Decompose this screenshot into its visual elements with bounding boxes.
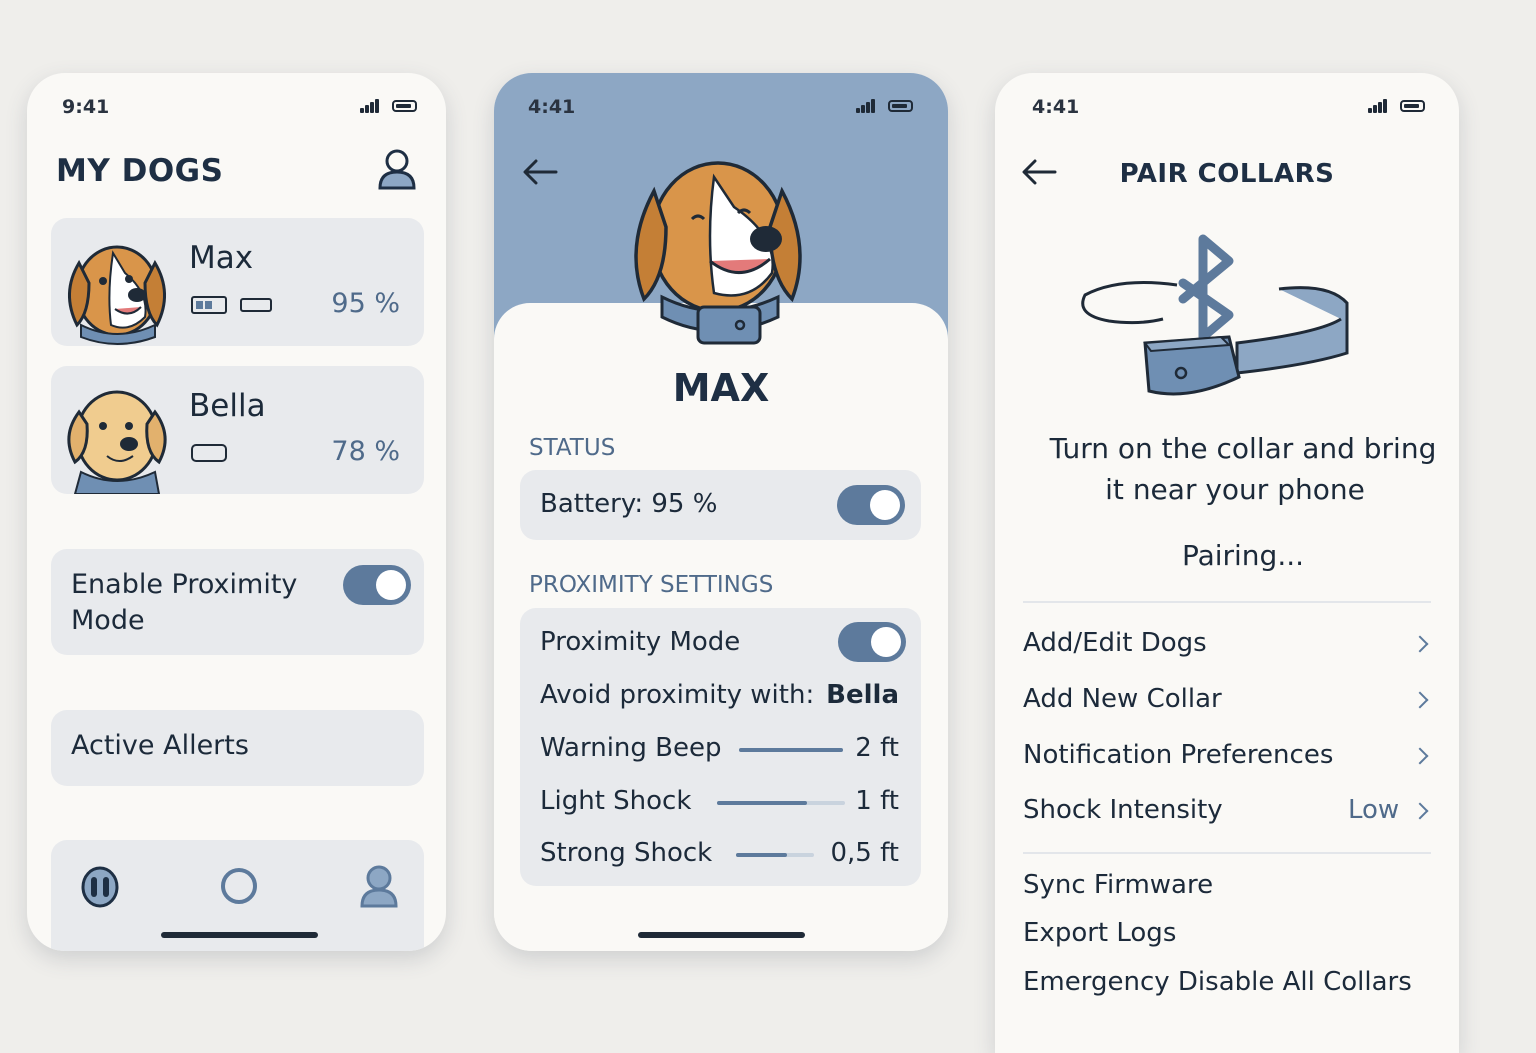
menu-item-label: Notification Preferences <box>1023 740 1334 770</box>
divider <box>1023 852 1431 854</box>
chevron-right-icon <box>1411 747 1429 765</box>
chevron-right-icon <box>1411 635 1429 653</box>
proximity-mode-card: Enable Proximity Mode <box>51 549 424 655</box>
dog-name: Bella <box>189 388 266 424</box>
dog-name: Max <box>189 240 254 276</box>
dog-detail-screen: 4:41 MAX STATUS Battery: 95 % PROXIMITY … <box>494 73 948 951</box>
dog-card-max[interactable]: Max 95 % <box>51 218 424 346</box>
pair-collars-screen: 4:41 PAIR COLLARS Turn on the collar and… <box>995 73 1459 1053</box>
battery-label: Battery: 95 % <box>540 489 718 519</box>
battery-icon <box>888 100 913 112</box>
page-title: MY DOGS <box>56 153 224 189</box>
instruction-line-2: it near your phone <box>1105 473 1365 506</box>
collar-battery-icon <box>191 444 227 462</box>
battery-percent: 78 % <box>331 436 400 467</box>
labrador-avatar <box>67 390 167 494</box>
status-icons <box>1368 99 1428 113</box>
light-shock-slider[interactable] <box>717 801 845 805</box>
status-icons <box>856 99 916 113</box>
status-time: 4:41 <box>1032 96 1080 118</box>
status-time: 4:41 <box>528 96 576 118</box>
menu-item-label: Add New Collar <box>1023 684 1222 714</box>
strong-shock-label: Strong Shock <box>540 838 713 868</box>
proximity-mode-label: Proximity Mode <box>540 627 741 657</box>
back-arrow-icon[interactable] <box>522 159 558 185</box>
strong-shock-value: 0,5 ft <box>830 838 899 868</box>
active-alerts-card[interactable]: Active Allerts <box>51 710 424 786</box>
shock-intensity-value: Low <box>1348 795 1400 825</box>
slider-fill <box>736 853 787 857</box>
battery-card: Battery: 95 % <box>520 470 921 540</box>
active-alerts-label: Active Allerts <box>71 730 249 761</box>
warning-beep-label: Warning Beep <box>540 733 722 763</box>
pairing-status: Pairing... <box>1181 539 1305 572</box>
beagle-portrait <box>634 161 802 345</box>
avoid-proximity-label: Avoid proximity with: <box>540 680 815 710</box>
menu-item-label: Add/Edit Dogs <box>1023 628 1207 658</box>
chevron-right-icon <box>1411 802 1429 820</box>
slider-fill <box>717 801 807 805</box>
dog-name-title: MAX <box>672 366 770 410</box>
proximity-settings-card: Proximity Mode Avoid proximity with: Bel… <box>520 608 921 886</box>
collar-bluetooth-illustration <box>1081 234 1349 396</box>
my-dogs-screen: 9:41 MY DOGS Max 95 % Bella 78 % Enable … <box>27 73 446 951</box>
light-shock-label: Light Shock <box>540 786 692 816</box>
battery-percent: 95 % <box>331 288 400 319</box>
collar-icon <box>240 298 272 312</box>
warning-beep-value: 2 ft <box>855 733 899 763</box>
status-icons <box>360 99 420 113</box>
chevron-right-icon <box>1411 691 1429 709</box>
proximity-mode-toggle[interactable] <box>838 622 906 662</box>
light-shock-value: 1 ft <box>855 786 899 816</box>
instruction-line-1: Turn on the collar and bring <box>1049 432 1437 465</box>
status-heading: STATUS <box>529 435 616 461</box>
dog-card-bella[interactable]: Bella 78 % <box>51 366 424 494</box>
dogs-icon[interactable] <box>81 866 119 908</box>
slider-fill <box>739 748 843 752</box>
battery-icon <box>1400 100 1425 112</box>
home-indicator <box>161 932 318 938</box>
profile-icon[interactable] <box>359 864 399 908</box>
strong-shock-slider[interactable] <box>736 853 814 857</box>
battery-icon <box>392 100 417 112</box>
collar-battery-icon <box>191 296 227 314</box>
profile-icon[interactable] <box>376 148 418 190</box>
proximity-mode-label: Enable Proximity Mode <box>71 569 298 636</box>
proximity-mode-toggle[interactable] <box>343 565 411 605</box>
menu-item-label: Shock Intensity <box>1023 795 1223 825</box>
export-logs-link[interactable]: Export Logs <box>1023 918 1176 948</box>
page-title: PAIR COLLARS <box>1119 159 1335 189</box>
home-icon[interactable] <box>219 866 259 906</box>
battery-toggle[interactable] <box>837 485 905 525</box>
home-indicator <box>638 932 805 938</box>
status-time: 9:41 <box>62 96 110 118</box>
beagle-avatar <box>67 245 167 346</box>
emergency-disable-link[interactable]: Emergency Disable All Collars <box>1023 967 1412 997</box>
sync-firmware-link[interactable]: Sync Firmware <box>1023 870 1213 900</box>
warning-beep-slider[interactable] <box>739 748 843 752</box>
avoid-proximity-value[interactable]: Bella <box>826 680 899 710</box>
proximity-settings-heading: PROXIMITY SETTINGS <box>529 572 774 598</box>
divider <box>1023 601 1431 603</box>
